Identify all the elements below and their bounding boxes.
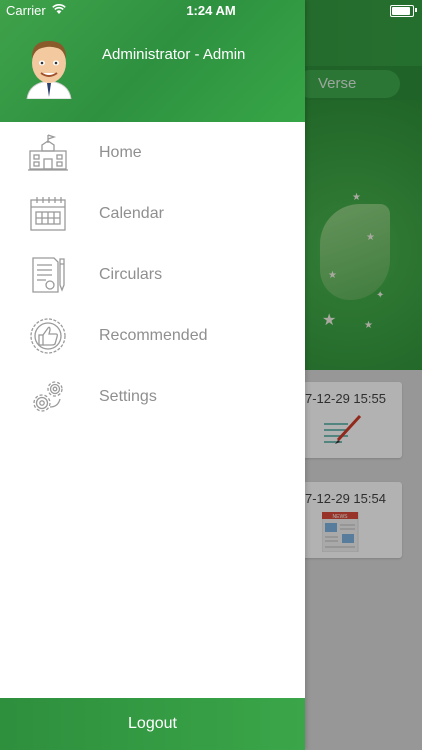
- menu-label-settings: Settings: [99, 388, 157, 405]
- thumbs-up-badge-icon: [30, 318, 66, 354]
- menu-label-recommended: Recommended: [99, 327, 208, 344]
- battery-icon: [390, 5, 414, 17]
- school-building-icon: [28, 134, 68, 171]
- battery-tip: [415, 8, 417, 12]
- menu-item-recommended[interactable]: Recommended: [0, 305, 305, 366]
- menu-item-calendar[interactable]: Calendar: [0, 183, 305, 244]
- gears-icon: [33, 381, 63, 412]
- menu-label-circulars: Circulars: [99, 266, 163, 283]
- logout-button[interactable]: Logout: [0, 698, 305, 750]
- menu-label-home: Home: [99, 144, 142, 161]
- menu-label-calendar: Calendar: [99, 205, 164, 222]
- clock: 1:24 AM: [186, 3, 236, 18]
- menu-item-home[interactable]: Home: [0, 122, 305, 183]
- avatar[interactable]: [21, 35, 77, 99]
- user-name: Administrator - Admin: [102, 46, 246, 63]
- document-pen-icon: [32, 257, 65, 293]
- menu-item-circulars[interactable]: Circulars: [0, 244, 305, 305]
- navigation-drawer: Administrator - Admin Home Calendar Circ…: [0, 0, 305, 750]
- menu-item-settings[interactable]: Settings: [0, 366, 305, 427]
- calendar-icon: [30, 197, 66, 231]
- status-bar: Carrier 1:24 AM: [0, 0, 422, 22]
